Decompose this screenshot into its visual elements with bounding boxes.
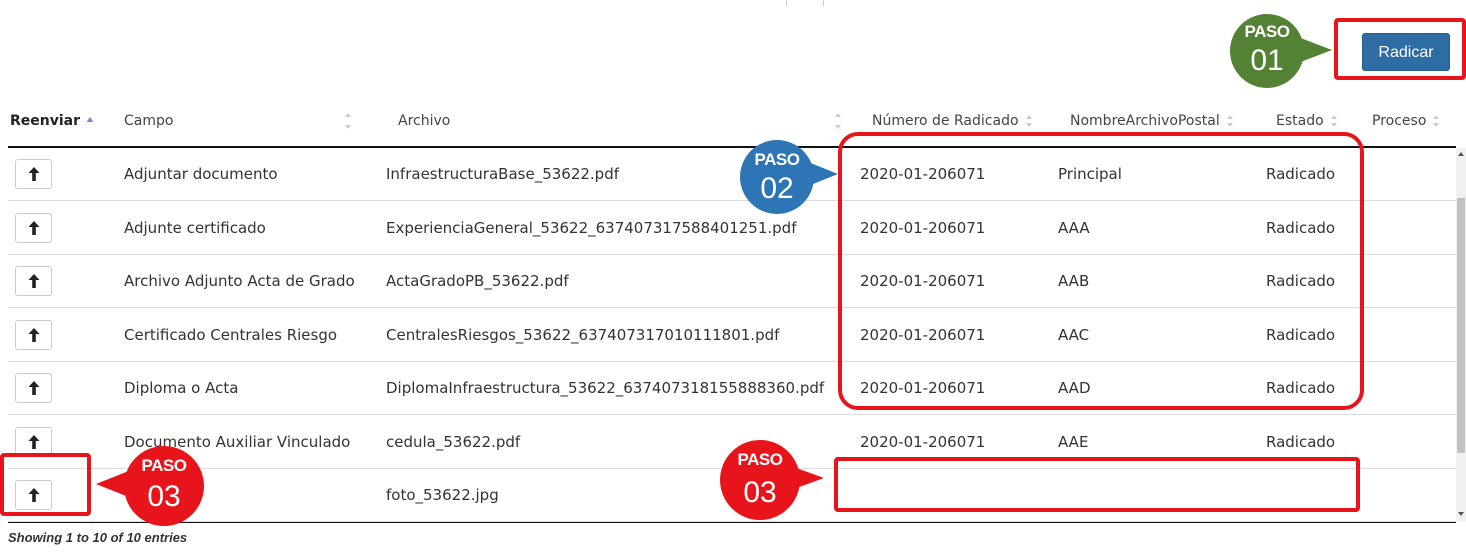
header-proceso[interactable]: Proceso bbox=[1372, 96, 1440, 146]
cell-campo: Adjuntar documento bbox=[124, 165, 278, 183]
reenviar-button[interactable] bbox=[15, 319, 52, 350]
cell-campo: Archivo Adjunto Acta de Grado bbox=[124, 272, 355, 290]
step-01-badge: PASO 01 bbox=[1230, 14, 1350, 88]
highlight-radicado-columns bbox=[838, 132, 1364, 410]
reenviar-button[interactable] bbox=[15, 212, 52, 243]
reenviar-button[interactable] bbox=[15, 159, 52, 189]
reenviar-button[interactable] bbox=[15, 426, 52, 457]
highlight-empty-row bbox=[834, 457, 1360, 512]
cell-campo: Certificado Centrales Riesgo bbox=[124, 325, 338, 344]
top-divider bbox=[786, 0, 787, 6]
table-bottom-border bbox=[8, 522, 1456, 523]
sort-asc-icon bbox=[86, 116, 94, 126]
step-02-badge: PASO 02 bbox=[740, 140, 850, 214]
cell-archivo: InfraestructuraBase_53622.pdf bbox=[386, 165, 619, 183]
sort-icon bbox=[1330, 113, 1338, 129]
arrow-up-icon bbox=[28, 274, 40, 288]
cell-campo: Diploma o Acta bbox=[124, 379, 239, 397]
reenviar-button[interactable] bbox=[15, 373, 52, 403]
sort-icon bbox=[1226, 113, 1234, 129]
sort-icon bbox=[1025, 113, 1033, 129]
arrow-up-icon bbox=[28, 220, 40, 235]
highlight-radicar bbox=[1334, 18, 1466, 80]
sort-icon bbox=[344, 96, 352, 146]
arrow-up-icon bbox=[28, 167, 40, 181]
step-03-badge-row: PASO 03 bbox=[720, 440, 832, 520]
cell-archivo: foto_53622.jpg bbox=[386, 486, 499, 504]
cell-archivo: CentralesRiesgos_53622_63740731701011180… bbox=[386, 325, 780, 344]
highlight-reenviar-button bbox=[0, 453, 91, 516]
header-campo[interactable]: Campo bbox=[124, 96, 356, 146]
cell-campo: Adjunte certificado bbox=[124, 218, 266, 237]
scroll-up-icon[interactable] bbox=[1458, 151, 1464, 157]
top-divider bbox=[823, 0, 824, 6]
scroll-thumb[interactable] bbox=[1457, 198, 1465, 453]
header-archivo[interactable]: Archivo bbox=[398, 96, 846, 146]
arrow-up-icon bbox=[28, 434, 40, 449]
cell-archivo: DiplomaInfraestructura_53622_63740731815… bbox=[386, 379, 825, 397]
scroll-down-icon[interactable] bbox=[1458, 511, 1464, 517]
reenviar-button[interactable] bbox=[15, 266, 52, 296]
arrow-up-icon bbox=[28, 381, 40, 395]
table-scrollbar[interactable] bbox=[1456, 148, 1466, 522]
entries-info: Showing 1 to 10 of 10 entries bbox=[8, 530, 188, 545]
sort-icon bbox=[834, 96, 842, 146]
cell-archivo: ActaGradoPB_53622.pdf bbox=[386, 272, 569, 290]
header-reenviar[interactable]: Reenviar bbox=[10, 96, 94, 146]
cell-archivo: ExperienciaGeneral_53622_637407317588401… bbox=[386, 218, 797, 237]
step-03-badge-reenviar: PASO 03 bbox=[94, 446, 206, 526]
sort-icon bbox=[1432, 113, 1440, 129]
cell-archivo: cedula_53622.pdf bbox=[386, 432, 521, 451]
arrow-up-icon bbox=[28, 327, 40, 342]
